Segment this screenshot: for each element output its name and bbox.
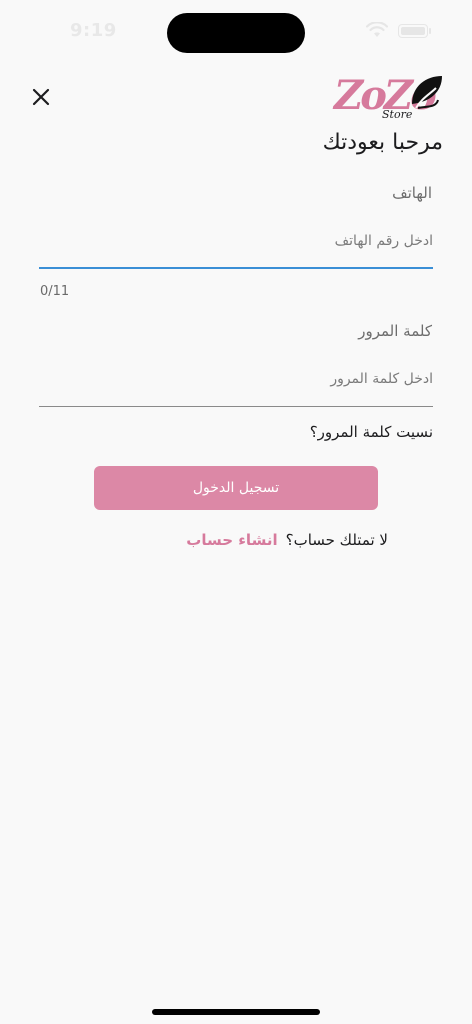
welcome-heading: مرحبا بعودتك — [322, 130, 443, 155]
butterfly-leaf-icon — [412, 76, 442, 109]
brand-logo: ZoZo Store — [334, 70, 446, 126]
phone-input[interactable] — [39, 230, 433, 252]
password-underline — [39, 406, 433, 407]
home-indicator[interactable] — [152, 1009, 320, 1015]
battery-icon — [398, 24, 431, 38]
phone-label: الهاتف — [392, 184, 432, 202]
close-button[interactable] — [28, 84, 54, 110]
password-label: كلمة المرور — [358, 322, 432, 340]
phone-underline — [39, 267, 433, 269]
wifi-icon — [366, 22, 388, 37]
no-account-text: لا تمتلك حساب؟ — [285, 531, 388, 549]
create-account-link[interactable]: انشاء حساب — [186, 531, 277, 549]
logo-subtitle: Store — [382, 108, 413, 121]
password-input[interactable] — [39, 368, 433, 390]
forgot-password-link[interactable]: نسيت كلمة المرور؟ — [310, 423, 433, 441]
status-bar: 9:19 — [0, 0, 472, 60]
status-time: 9:19 — [70, 20, 117, 41]
phone-char-counter: 0/11 — [40, 284, 70, 299]
signup-row: لا تمتلك حساب؟ انشاء حساب — [186, 531, 388, 549]
dynamic-island — [167, 13, 305, 53]
login-button[interactable]: تسجيل الدخول — [94, 466, 378, 510]
login-screen: 9:19 ZoZo Store مرحبا بعودتك الهاتف 0/11… — [0, 0, 472, 1024]
close-icon — [32, 88, 50, 106]
